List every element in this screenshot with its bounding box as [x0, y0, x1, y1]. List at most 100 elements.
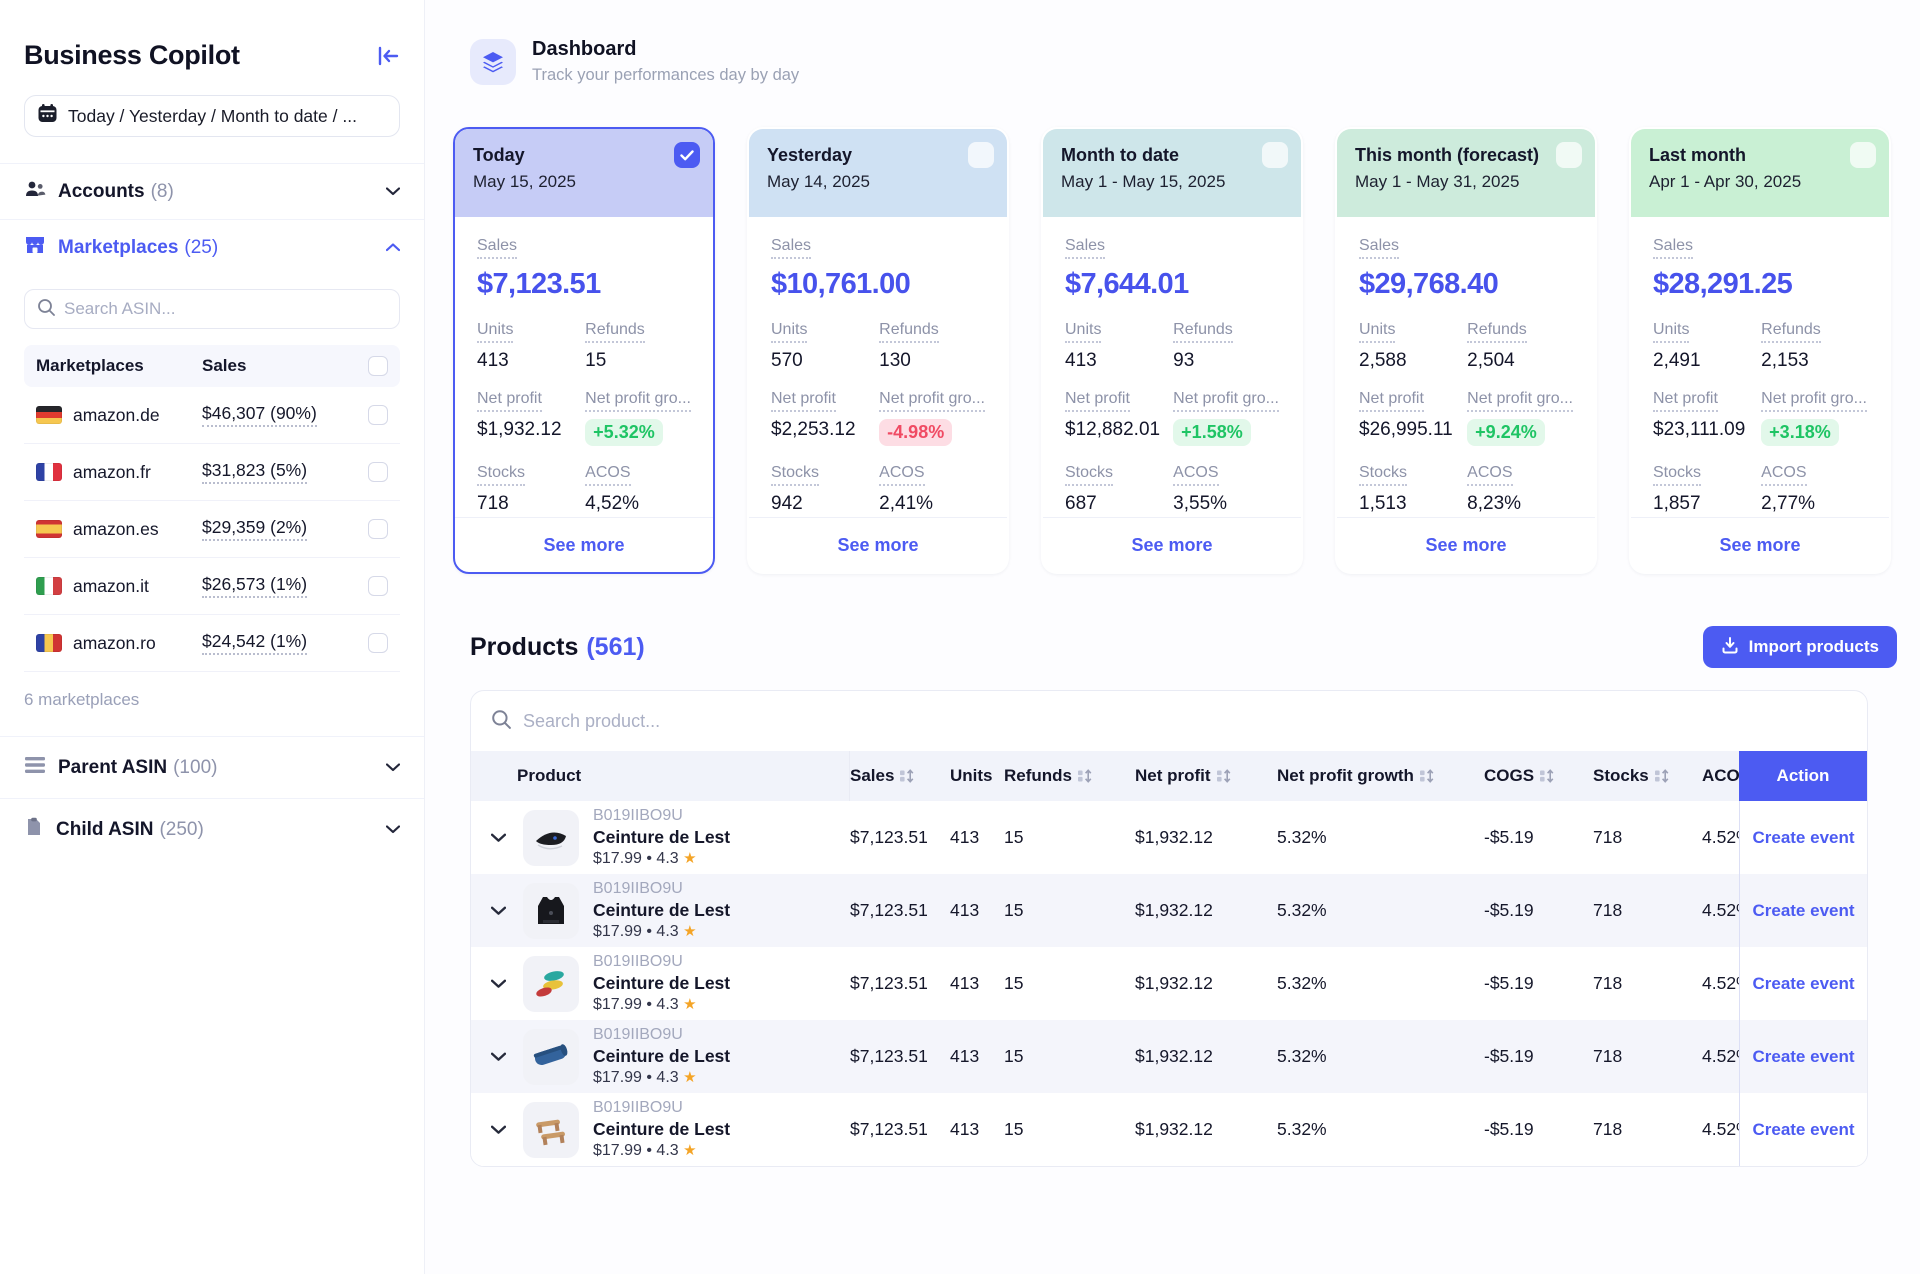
net-profit-growth-label: Net profit gro...	[1761, 390, 1867, 412]
metric-card-last-month[interactable]: Last month Apr 1 - Apr 30, 2025 Sales $2…	[1629, 127, 1891, 574]
card-checkbox[interactable]	[1262, 142, 1288, 168]
star-icon: ★	[683, 1142, 696, 1159]
net-profit-growth-label: Net profit gro...	[1173, 390, 1279, 412]
marketplace-checkbox[interactable]	[368, 633, 388, 653]
cell-net-profit: $1,932.12	[1135, 827, 1277, 848]
create-event-link[interactable]: Create event	[1752, 1120, 1854, 1140]
cell-net-profit-growth: 5.32%	[1277, 1119, 1484, 1140]
stocks-value: 1,857	[1653, 493, 1755, 515]
products-header: Products(561) Import products	[470, 626, 1897, 668]
expand-row-icon[interactable]	[491, 1125, 509, 1135]
card-date: Apr 1 - Apr 30, 2025	[1649, 172, 1871, 192]
col-marketplaces: Marketplaces	[36, 356, 202, 376]
metric-card-today[interactable]: Today May 15, 2025 Sales $7,123.51 Units…	[453, 127, 715, 574]
select-all-checkbox[interactable]	[368, 356, 388, 376]
col-net-profit-growth[interactable]: Net profit growth	[1277, 766, 1484, 786]
net-profit-value: $12,882.01	[1065, 419, 1167, 441]
card-checkbox[interactable]	[1850, 142, 1876, 168]
see-more-link[interactable]: See more	[543, 535, 624, 556]
marketplace-row: amazon.de $46,307 (90%)	[24, 387, 400, 444]
expand-row-icon[interactable]	[491, 833, 509, 843]
marketplace-checkbox[interactable]	[368, 405, 388, 425]
sidebar-item-marketplaces[interactable]: Marketplaces(25)	[0, 219, 424, 275]
product-search[interactable]	[471, 691, 1867, 751]
create-event-link[interactable]: Create event	[1752, 974, 1854, 994]
search-icon	[491, 709, 511, 734]
stocks-value: 718	[477, 493, 579, 515]
net-profit-label: Net profit	[477, 390, 542, 412]
date-range-selector[interactable]: Today / Yesterday / Month to date / ...	[24, 95, 400, 137]
cell-cogs: -$5.19	[1484, 973, 1593, 994]
sidebar-item-accounts[interactable]: Accounts(8)	[0, 163, 424, 219]
net-profit-growth-badge: +3.18%	[1761, 419, 1839, 446]
cell-units: 413	[950, 1046, 1004, 1067]
import-products-button[interactable]: Import products	[1703, 626, 1897, 668]
parent-asin-icon	[24, 756, 46, 779]
marketplace-name: amazon.fr	[73, 462, 151, 483]
col-stocks[interactable]: Stocks	[1593, 766, 1702, 786]
col-net-profit[interactable]: Net profit	[1135, 766, 1277, 786]
card-date: May 14, 2025	[767, 172, 989, 192]
col-action: Action	[1739, 751, 1867, 801]
see-more-link[interactable]: See more	[837, 535, 918, 556]
card-checkbox[interactable]	[968, 142, 994, 168]
acos-value: 2,41%	[879, 493, 985, 515]
metric-card-this-month-forecast[interactable]: This month (forecast) May 1 - May 31, 20…	[1335, 127, 1597, 574]
sidebar-item-child-asin[interactable]: Child ASIN(250)	[0, 798, 424, 860]
refunds-value: 15	[585, 350, 691, 372]
marketplace-name: amazon.es	[73, 519, 159, 540]
net-profit-growth-label: Net profit gro...	[879, 390, 985, 412]
card-title: This month (forecast)	[1355, 145, 1577, 166]
metric-card-month-to-date[interactable]: Month to date May 1 - May 15, 2025 Sales…	[1041, 127, 1303, 574]
col-cogs[interactable]: COGS	[1484, 766, 1593, 786]
acos-value: 8,23%	[1467, 493, 1573, 515]
cell-refunds: 15	[1004, 900, 1135, 921]
asin-search-input[interactable]	[64, 299, 387, 319]
card-checkbox[interactable]	[674, 142, 700, 168]
products-table-header: Product Sales Units Refunds Net profit N…	[471, 751, 1867, 801]
product-image	[523, 1029, 579, 1085]
col-refunds[interactable]: Refunds	[1004, 766, 1135, 786]
create-event-link[interactable]: Create event	[1752, 1047, 1854, 1067]
net-profit-label: Net profit	[771, 390, 836, 412]
expand-row-icon[interactable]	[491, 1052, 509, 1062]
net-profit-growth-badge: +5.32%	[585, 419, 663, 446]
expand-row-icon[interactable]	[491, 906, 509, 916]
metric-card-yesterday[interactable]: Yesterday May 14, 2025 Sales $10,761.00 …	[747, 127, 1009, 574]
cell-stocks: 718	[1593, 973, 1702, 994]
create-event-link[interactable]: Create event	[1752, 828, 1854, 848]
flag-it-icon	[36, 577, 62, 595]
expand-row-icon[interactable]	[491, 979, 509, 989]
product-price-rating: $17.99 • 4.3	[593, 1069, 679, 1086]
see-more-link[interactable]: See more	[1131, 535, 1212, 556]
marketplaces-label: Marketplaces	[58, 237, 178, 258]
marketplace-checkbox[interactable]	[368, 462, 388, 482]
marketplace-name: amazon.ro	[73, 633, 156, 654]
product-search-input[interactable]	[523, 711, 1847, 732]
product-name: Ceinture de Lest	[593, 900, 730, 922]
acos-label: ACOS	[879, 464, 924, 486]
product-row: B019IIBO9U Ceinture de Lest $17.99 • 4.3…	[471, 874, 1867, 947]
asin-search[interactable]	[24, 289, 400, 329]
marketplace-sales: $24,542 (1%)	[202, 631, 307, 655]
see-more-link[interactable]: See more	[1719, 535, 1800, 556]
units-value: 413	[477, 350, 579, 372]
col-product[interactable]: Product	[471, 751, 850, 801]
marketplace-checkbox[interactable]	[368, 576, 388, 596]
sales-label: Sales	[1359, 237, 1399, 259]
create-event-link[interactable]: Create event	[1752, 901, 1854, 921]
col-sales[interactable]: Sales	[850, 766, 950, 786]
sidebar-item-parent-asin[interactable]: Parent ASIN(100)	[0, 736, 424, 798]
sales-label: Sales	[771, 237, 811, 259]
stocks-label: Stocks	[1359, 464, 1407, 486]
net-profit-label: Net profit	[1653, 390, 1718, 412]
see-more-link[interactable]: See more	[1425, 535, 1506, 556]
card-title: Yesterday	[767, 145, 989, 166]
sales-value: $10,761.00	[771, 268, 985, 301]
marketplaces-icon	[24, 235, 46, 260]
marketplace-checkbox[interactable]	[368, 519, 388, 539]
col-units[interactable]: Units	[950, 766, 1004, 786]
cell-sales: $7,123.51	[850, 827, 950, 848]
collapse-sidebar-icon[interactable]	[376, 45, 400, 67]
card-checkbox[interactable]	[1556, 142, 1582, 168]
